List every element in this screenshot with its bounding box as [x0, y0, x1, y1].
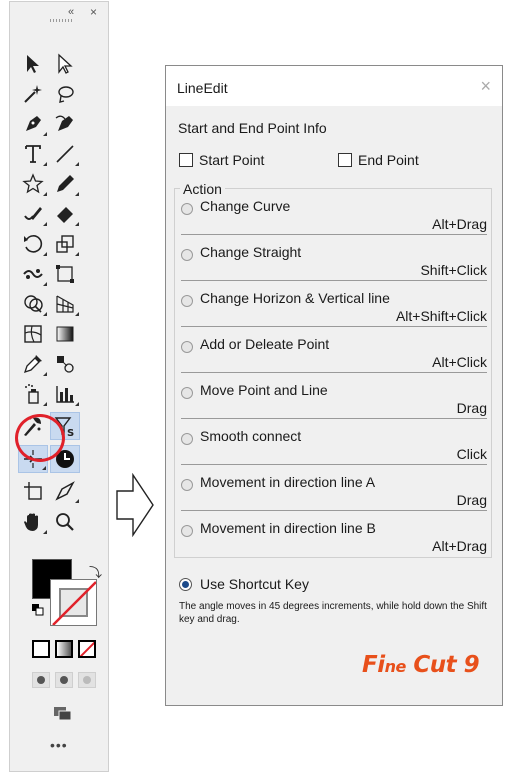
symbol-sprayer-tool-icon[interactable] [18, 380, 48, 408]
action-add-delete-point[interactable]: Add or Deleate Point Alt+Click [175, 327, 491, 373]
shape-builder-tool-icon[interactable] [18, 290, 48, 318]
draw-normal-button[interactable] [32, 672, 50, 688]
action-label: Change Curve [200, 198, 291, 214]
perspective-grid-tool-icon[interactable] [50, 290, 80, 318]
eraser-tool-icon[interactable] [50, 200, 80, 228]
action-label: Smooth connect [200, 428, 302, 444]
action-shortcut: Alt+Shift+Click [395, 308, 487, 324]
action-change-curve[interactable]: Change Curve Alt+Drag [175, 189, 491, 235]
section-label: Start and End Point Info [178, 120, 327, 136]
action-shortcut: Drag [456, 492, 487, 508]
rotate-tool-icon[interactable] [18, 230, 48, 258]
use-shortcut-label: Use Shortcut Key [200, 576, 309, 592]
line-segment-tool-icon[interactable] [50, 140, 80, 168]
radio-button[interactable] [181, 249, 193, 261]
radio-button[interactable] [181, 525, 193, 537]
action-movement-direction-b[interactable]: Movement in direction line B Alt+Drag [175, 511, 491, 557]
action-move-point-line[interactable]: Move Point and Line Drag [175, 373, 491, 419]
end-point-checkbox[interactable]: End Point [338, 152, 419, 168]
action-label: Movement in direction line B [200, 520, 376, 536]
free-transform-tool-icon[interactable] [50, 260, 80, 288]
lasso-tool-icon[interactable] [50, 80, 80, 108]
shaper-tool-icon[interactable] [18, 200, 48, 228]
radio-button[interactable] [181, 295, 193, 307]
radio-button[interactable] [181, 341, 193, 353]
type-tool-icon[interactable] [18, 140, 48, 168]
more-tools-icon[interactable]: ••• [50, 737, 68, 753]
mesh-tool-icon[interactable] [18, 320, 48, 348]
gradient-tool-icon[interactable] [50, 320, 80, 348]
action-change-horizon-vertical[interactable]: Change Horizon & Vertical line Alt+Shift… [175, 281, 491, 327]
panel-title: LineEdit [177, 80, 228, 96]
tools-panel: « × S ⤵ ••• [9, 1, 109, 772]
close-icon[interactable]: × [90, 5, 97, 19]
draw-mode-row [32, 672, 96, 688]
none-slash-icon [52, 581, 96, 625]
action-label: Change Straight [200, 244, 302, 260]
screen-mode-icon[interactable] [53, 706, 73, 722]
shift-key-note: The angle moves in 45 degrees increments… [179, 601, 487, 625]
action-change-straight[interactable]: Change Straight Shift+Click [175, 235, 491, 281]
color-mode-button[interactable] [32, 640, 50, 658]
action-shortcut: Click [456, 446, 487, 462]
radio-button[interactable] [181, 203, 193, 215]
eyedropper-tool-icon[interactable] [18, 350, 48, 378]
action-movement-direction-a[interactable]: Movement in direction line A Drag [175, 465, 491, 511]
collapse-icon[interactable]: « [68, 6, 74, 18]
finecut-logo: Fine Cut 9 [362, 652, 480, 678]
scale-tool-icon[interactable] [50, 230, 80, 258]
action-shortcut: Alt+Drag [432, 538, 487, 554]
panel-titlebar[interactable]: LineEdit × [166, 66, 502, 106]
shape-tool-icon[interactable] [18, 170, 48, 198]
selection-tool-icon[interactable] [18, 50, 48, 78]
lineedit-panel: LineEdit × Start and End Point Info Star… [165, 65, 503, 706]
action-label: Change Horizon & Vertical line [200, 290, 390, 306]
slice-tool-icon[interactable] [50, 477, 80, 505]
action-label: Movement in direction line A [200, 474, 376, 490]
checkbox-box[interactable] [338, 153, 352, 167]
action-shortcut: Alt+Drag [432, 216, 487, 232]
curvature-tool-icon[interactable] [50, 110, 80, 138]
svg-text:S: S [67, 428, 74, 439]
start-point-label: Start Point [199, 152, 265, 168]
swap-fill-stroke-icon[interactable]: ⤵ [89, 562, 102, 581]
graph-tool-icon[interactable] [50, 380, 80, 408]
radio-button-selected[interactable] [179, 577, 192, 591]
draw-inside-button[interactable] [78, 672, 96, 688]
zoom-tool-icon[interactable] [50, 508, 80, 536]
action-group: Action Change Curve Alt+Drag Change Stra… [174, 181, 492, 558]
default-fill-stroke-icon[interactable] [32, 604, 44, 616]
pen-tool-icon[interactable] [18, 110, 48, 138]
radio-button[interactable] [181, 479, 193, 491]
end-point-label: End Point [358, 152, 419, 168]
puppet-warp-tool-icon[interactable] [18, 260, 48, 288]
artboard-tool-icon[interactable] [18, 477, 48, 505]
hand-tool-icon[interactable] [18, 508, 48, 536]
action-shortcut: Alt+Click [432, 354, 487, 370]
gradient-mode-button[interactable] [55, 640, 73, 658]
pencil-tool-icon[interactable] [50, 170, 80, 198]
drag-grip[interactable] [50, 19, 72, 22]
blend-tool-icon[interactable] [50, 350, 80, 378]
tools-panel-header: « × [10, 2, 108, 26]
radio-button[interactable] [181, 433, 193, 445]
action-shortcut: Shift+Click [420, 262, 487, 278]
start-point-checkbox[interactable]: Start Point [179, 152, 264, 168]
direct-selection-tool-icon[interactable] [50, 50, 80, 78]
action-shortcut: Drag [456, 400, 487, 416]
none-mode-button[interactable] [78, 640, 96, 658]
magic-wand-tool-icon[interactable] [18, 80, 48, 108]
use-shortcut-radio[interactable]: Use Shortcut Key [179, 576, 309, 592]
radio-button[interactable] [181, 387, 193, 399]
action-label: Add or Deleate Point [200, 336, 330, 352]
action-smooth-connect[interactable]: Smooth connect Click [175, 419, 491, 465]
pointer-arrow-icon [116, 473, 154, 537]
draw-behind-button[interactable] [55, 672, 73, 688]
close-icon[interactable]: × [480, 76, 491, 97]
highlight-circle [15, 414, 65, 462]
checkbox-box[interactable] [179, 153, 193, 167]
action-label: Move Point and Line [200, 382, 328, 398]
color-mode-row [32, 640, 96, 658]
stroke-swatch[interactable] [50, 579, 97, 626]
